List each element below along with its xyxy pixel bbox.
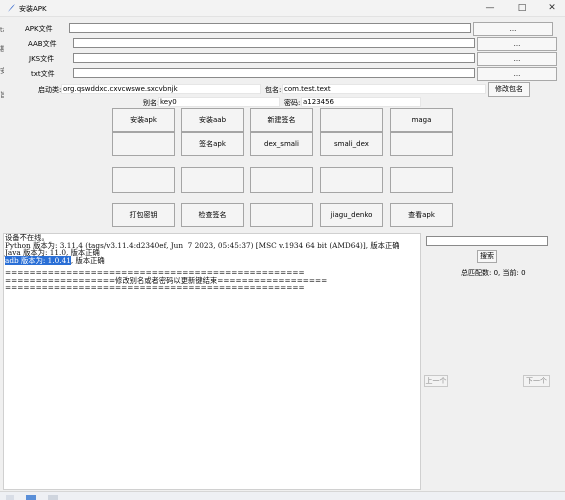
modify-package-button[interactable]: 修改包名 — [488, 82, 530, 97]
grid-button-1-1[interactable]: 签名apk — [181, 132, 244, 156]
grid-button-1-2[interactable]: dex_smali — [250, 132, 313, 156]
jks-file-label: JKS文件 — [29, 55, 55, 63]
aab-file-input[interactable] — [73, 38, 475, 48]
prev-match-button[interactable]: 上一个 — [424, 375, 448, 387]
search-button[interactable]: 搜索 — [477, 250, 497, 263]
log-line-rest: , 版本正确 — [70, 256, 105, 266]
grid-button-empty[interactable] — [320, 108, 383, 132]
taskbar-app-icon[interactable] — [26, 495, 36, 500]
grid-button-0-2[interactable]: 新建签名 — [250, 108, 313, 132]
alias-input[interactable]: key0 — [158, 97, 280, 107]
password-input[interactable]: a123456 — [301, 97, 421, 107]
grid-button-3-0[interactable]: 打包密钥 — [112, 203, 175, 227]
password-label: 密码: — [284, 99, 301, 107]
txt-browse-button[interactable]: ... — [477, 67, 557, 81]
grid-button-3-1[interactable]: 检查签名 — [181, 203, 244, 227]
left-edge-text: ta — [0, 26, 4, 34]
grid-button-empty[interactable] — [250, 167, 313, 193]
separator-line: ========================================… — [5, 283, 305, 293]
grid-button-1-3[interactable]: smali_dex — [320, 132, 383, 156]
search-input[interactable] — [426, 236, 548, 246]
txt-file-label: txt文件 — [31, 70, 55, 78]
grid-button-0-0[interactable]: 安装apk — [112, 108, 175, 132]
taskbar-app-icon[interactable] — [48, 495, 58, 500]
left-edge-text: 安 — [0, 67, 4, 75]
grid-button-empty[interactable] — [250, 203, 313, 227]
grid-button-empty[interactable] — [390, 132, 453, 156]
feather-app-icon — [8, 4, 15, 12]
taskbar-app-icon[interactable] — [6, 495, 14, 500]
launch-class-label: 启动类: — [38, 86, 62, 94]
grid-button-empty[interactable] — [112, 167, 175, 193]
window-title: 安装APK — [19, 5, 47, 13]
match-count-text: 总匹配数: 0, 当前: 0 — [461, 269, 526, 277]
grid-button-empty[interactable] — [320, 167, 383, 193]
apk-file-input[interactable] — [69, 23, 471, 33]
minimize-button[interactable]: — — [475, 0, 505, 17]
jks-file-input[interactable] — [73, 53, 475, 63]
log-console[interactable]: 设备不在线。 Python 版本为: 3.11.4 (tags/v3.11.4:… — [3, 233, 421, 490]
grid-button-3-4[interactable]: 查看apk — [390, 203, 453, 227]
grid-button-0-1[interactable]: 安装aab — [181, 108, 244, 132]
aab-browse-button[interactable]: ... — [477, 37, 557, 51]
selected-text: adb 版本为: 1.0.41 — [5, 256, 71, 266]
log-line: adb 版本为: 1.0.41, 版本正确 — [4, 256, 420, 266]
maximize-button[interactable]: □ — [507, 0, 537, 17]
taskbar — [0, 491, 565, 500]
title-bar: 安装APK — □ ✕ — [0, 0, 565, 17]
alias-label: 别名: — [143, 99, 160, 107]
grid-button-empty[interactable] — [181, 167, 244, 193]
close-button[interactable]: ✕ — [537, 0, 565, 17]
next-match-button[interactable]: 下一个 — [523, 375, 550, 387]
launch-class-input[interactable]: org.qswddxc.cxvcwswe.sxcvbnjk — [61, 84, 261, 94]
grid-button-3-3[interactable]: jiagu_denko — [320, 203, 383, 227]
grid-button-empty[interactable] — [390, 167, 453, 193]
aab-file-label: AAB文件 — [28, 40, 57, 48]
package-name-label: 包名: — [265, 86, 282, 94]
left-edge-text: 斟 — [0, 45, 4, 53]
grid-button-empty[interactable] — [112, 132, 175, 156]
left-edge-text: 旨 — [0, 91, 4, 99]
txt-file-input[interactable] — [73, 68, 475, 78]
jks-browse-button[interactable]: ... — [477, 52, 557, 66]
apk-file-label: APK文件 — [25, 25, 53, 33]
apk-browse-button[interactable]: ... — [473, 22, 553, 36]
grid-button-0-4[interactable]: maga — [390, 108, 453, 132]
package-name-input[interactable]: com.test.text — [282, 84, 486, 94]
